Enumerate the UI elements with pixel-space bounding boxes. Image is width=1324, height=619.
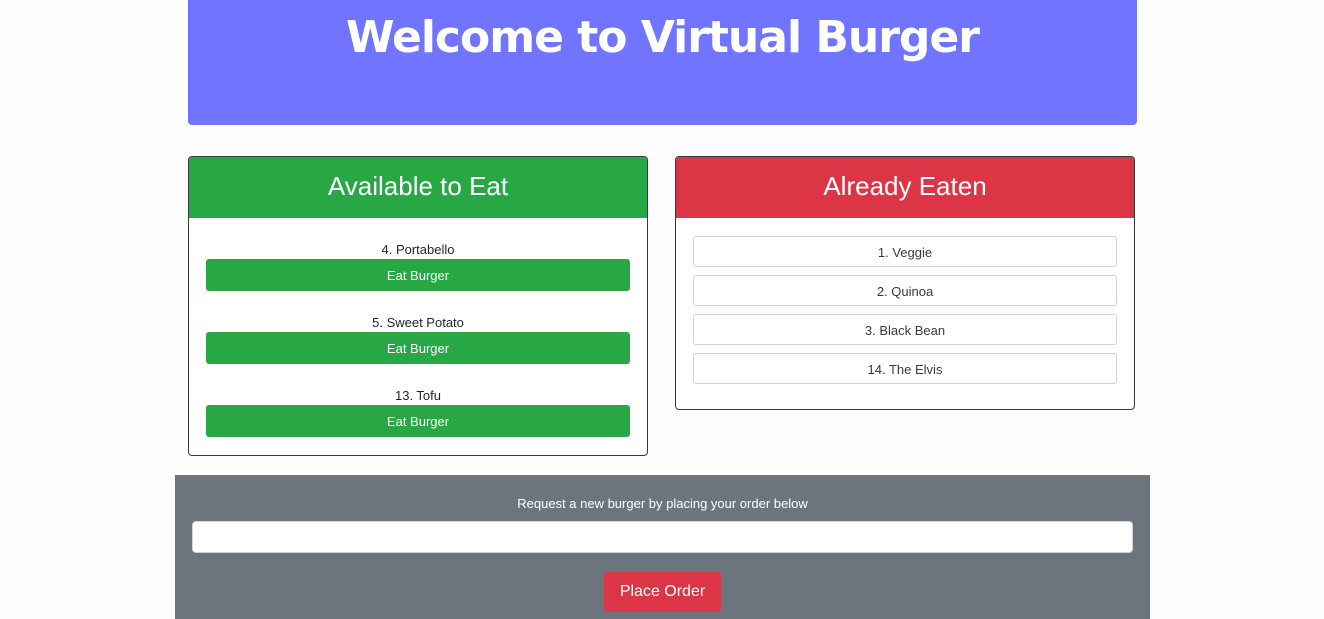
list-item: 14. The Elvis bbox=[693, 353, 1117, 384]
available-card: Available to Eat 4. Portabello Eat Burge… bbox=[188, 156, 648, 456]
list-item: 13. Tofu Eat Burger bbox=[206, 387, 630, 437]
burger-name: 13. Tofu bbox=[394, 388, 442, 403]
available-card-header: Available to Eat bbox=[189, 157, 647, 218]
eat-burger-button[interactable]: Eat Burger bbox=[206, 259, 630, 291]
list-item: 3. Black Bean bbox=[693, 314, 1117, 345]
list-item: 5. Sweet Potato Eat Burger bbox=[206, 314, 630, 364]
eaten-card: Already Eaten 1. Veggie 2. Quinoa 3. Bla… bbox=[675, 156, 1135, 410]
eat-burger-button[interactable]: Eat Burger bbox=[206, 332, 630, 364]
eat-burger-button[interactable]: Eat Burger bbox=[206, 405, 630, 437]
list-item: 4. Portabello Eat Burger bbox=[206, 241, 630, 291]
burger-name: 5. Sweet Potato bbox=[372, 315, 464, 330]
available-list: 4. Portabello Eat Burger 5. Sweet Potato… bbox=[189, 218, 647, 437]
place-order-button[interactable]: Place Order bbox=[604, 572, 721, 612]
eaten-card-header: Already Eaten bbox=[676, 157, 1134, 218]
burger-order-input[interactable] bbox=[192, 521, 1133, 553]
list-item: 2. Quinoa bbox=[693, 275, 1117, 306]
eaten-list: 1. Veggie 2. Quinoa 3. Black Bean 14. Th… bbox=[676, 218, 1134, 384]
list-item: 1. Veggie bbox=[693, 236, 1117, 267]
page-title: Welcome to Virtual Burger bbox=[346, 12, 980, 63]
page-header: Welcome to Virtual Burger bbox=[188, 0, 1137, 125]
order-prompt: Request a new burger by placing your ord… bbox=[517, 496, 808, 511]
order-section: Request a new burger by placing your ord… bbox=[175, 475, 1150, 619]
burger-name: 4. Portabello bbox=[381, 242, 455, 257]
